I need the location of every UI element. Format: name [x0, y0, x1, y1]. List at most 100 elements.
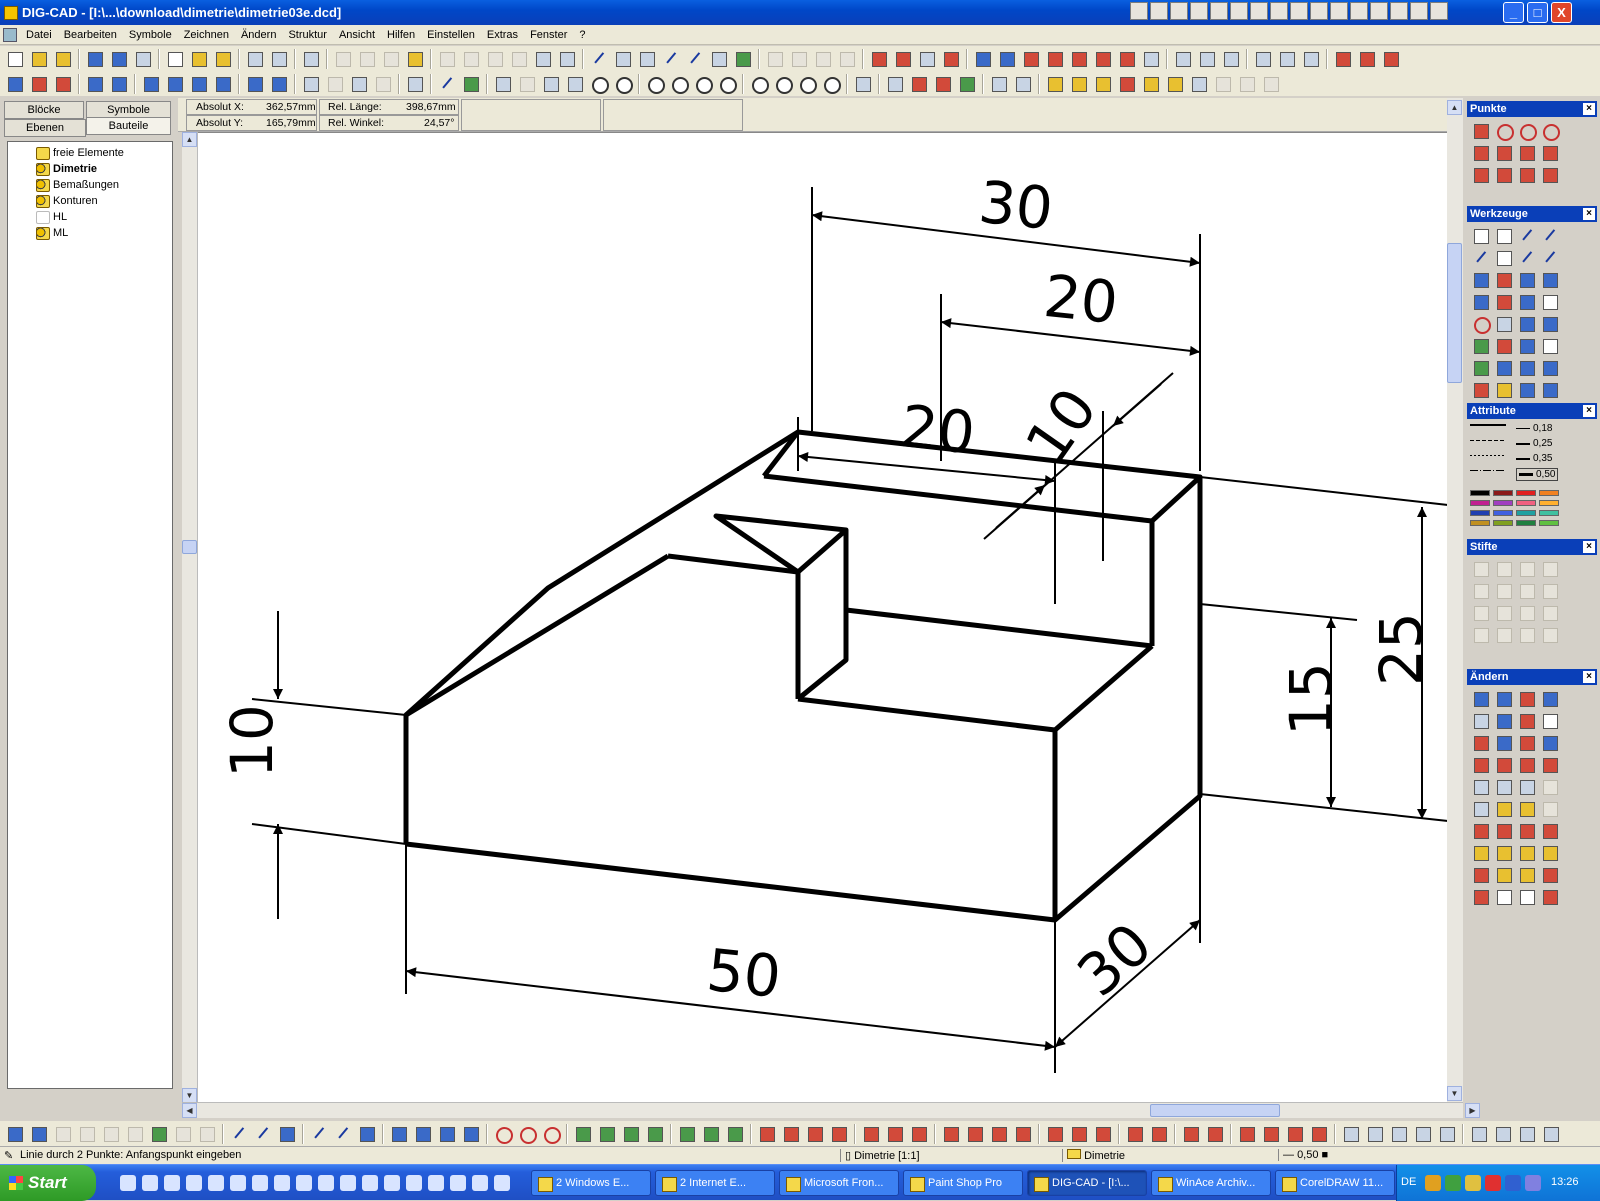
symbol-surface-icon[interactable]: [1260, 1123, 1282, 1145]
modify-19-icon[interactable]: [1539, 776, 1561, 797]
app-shortcut-icon[interactable]: [1390, 2, 1408, 20]
tree-item-bemassungen[interactable]: Bemaßungen: [14, 177, 119, 193]
crosshair-icon[interactable]: [588, 48, 610, 70]
snap-icon[interactable]: [732, 48, 754, 70]
snap-par2-icon[interactable]: [332, 1123, 354, 1145]
app-shortcut-icon[interactable]: [1170, 2, 1188, 20]
app-shortcut-icon[interactable]: [1350, 2, 1368, 20]
export-icon[interactable]: [188, 48, 210, 70]
app-shortcut-icon[interactable]: [1190, 2, 1208, 20]
point-center-icon[interactable]: [1493, 120, 1515, 141]
pen-4-icon[interactable]: [1539, 558, 1561, 579]
menu-bearbeiten[interactable]: Bearbeiten: [58, 29, 123, 41]
quicklaunch-icon[interactable]: [252, 1175, 268, 1191]
zoom-out-icon[interactable]: [668, 73, 690, 95]
dim-base-icon[interactable]: [884, 1123, 906, 1145]
tab-bloecke[interactable]: Blöcke: [4, 101, 84, 119]
quicklaunch-icon[interactable]: [472, 1175, 488, 1191]
arrow-left-icon[interactable]: [108, 73, 130, 95]
dim-point-icon[interactable]: [908, 1123, 930, 1145]
cut-icon[interactable]: [332, 48, 354, 70]
trim-tool-icon[interactable]: [1516, 357, 1538, 378]
quicklaunch-icon[interactable]: [296, 1175, 312, 1191]
group-icon[interactable]: [140, 73, 162, 95]
image-icon[interactable]: [1493, 313, 1515, 334]
document-icon[interactable]: [3, 27, 17, 42]
pen-10-icon[interactable]: [1493, 602, 1515, 623]
modify-25-icon[interactable]: [1493, 820, 1515, 841]
coord-input-box[interactable]: [461, 99, 601, 131]
node-icon[interactable]: [1493, 269, 1515, 290]
pen-15-icon[interactable]: [1516, 624, 1538, 645]
modify-10-icon[interactable]: [1516, 732, 1538, 753]
horizontal-scrollbar[interactable]: ◀ ▶: [182, 1102, 1480, 1118]
app-shortcut-icon[interactable]: [1430, 2, 1448, 20]
select-icon[interactable]: [532, 48, 554, 70]
duplicate-icon[interactable]: [988, 73, 1010, 95]
hatch-tool-icon[interactable]: [1493, 357, 1515, 378]
app-shortcut-icon[interactable]: [1290, 2, 1308, 20]
pen-12-icon[interactable]: [1539, 602, 1561, 623]
order-icon[interactable]: [188, 73, 210, 95]
modify-4-icon[interactable]: [1539, 688, 1561, 709]
point-divide-icon[interactable]: [1539, 164, 1561, 185]
modify-22-icon[interactable]: [1516, 798, 1538, 819]
swap-icon[interactable]: [268, 73, 290, 95]
macro-run-icon[interactable]: [1212, 73, 1234, 95]
snap-x-icon[interactable]: [356, 1123, 378, 1145]
save-icon[interactable]: [84, 48, 106, 70]
point-end-icon[interactable]: [1470, 120, 1492, 141]
app-icon[interactable]: [4, 5, 18, 20]
dim-tol-icon[interactable]: [1180, 1123, 1202, 1145]
offset-icon[interactable]: [1539, 247, 1561, 268]
part-delete-icon[interactable]: [1164, 73, 1186, 95]
ungroup-icon[interactable]: [164, 73, 186, 95]
symbol-3-icon[interactable]: [1388, 1123, 1410, 1145]
print-icon[interactable]: [300, 48, 322, 70]
pen-7-icon[interactable]: [1516, 580, 1538, 601]
symbol-tol-icon[interactable]: [1284, 1123, 1306, 1145]
pick-icon[interactable]: [556, 48, 578, 70]
quicklaunch-icon[interactable]: [340, 1175, 356, 1191]
arc-4-icon[interactable]: [644, 1123, 666, 1145]
vertical-scrollbar-right[interactable]: ▲ ▼: [1447, 98, 1463, 1104]
quicklaunch-icon[interactable]: [208, 1175, 224, 1191]
modify-32-icon[interactable]: [1470, 864, 1492, 885]
pen-14-icon[interactable]: [1493, 624, 1515, 645]
chamfer-icon[interactable]: [1516, 291, 1538, 312]
modify-2-icon[interactable]: [1493, 688, 1515, 709]
help-icon[interactable]: [1356, 48, 1378, 70]
modify-16-icon[interactable]: [1470, 776, 1492, 797]
quicklaunch-icon[interactable]: [186, 1175, 202, 1191]
panel-close-icon[interactable]: ×: [1583, 208, 1595, 220]
grid-icon[interactable]: [636, 48, 658, 70]
line-icon[interactable]: [1516, 225, 1538, 246]
tools-icon[interactable]: [1172, 48, 1194, 70]
modify-3-icon[interactable]: [1516, 688, 1538, 709]
macro-record-icon[interactable]: [1260, 73, 1282, 95]
symbol-8-icon[interactable]: [1516, 1123, 1538, 1145]
dim-text-icon[interactable]: [1493, 379, 1515, 400]
dim-tol2-icon[interactable]: [1204, 1123, 1226, 1145]
zoom-extents-icon[interactable]: [820, 73, 842, 95]
color-swatch[interactable]: [1470, 510, 1490, 516]
pen-style-icon[interactable]: [460, 73, 482, 95]
3d-view-icon[interactable]: [812, 48, 834, 70]
view-3d-9-icon[interactable]: [196, 1123, 218, 1145]
stretch-icon[interactable]: [1068, 48, 1090, 70]
symbol-icon[interactable]: [956, 73, 978, 95]
delete-icon[interactable]: [372, 73, 394, 95]
mail-icon[interactable]: [212, 48, 234, 70]
select-frame-icon[interactable]: [348, 73, 370, 95]
pen-13-icon[interactable]: [1470, 624, 1492, 645]
modify-23-icon[interactable]: [1539, 798, 1561, 819]
dim-radius-icon[interactable]: [940, 1123, 962, 1145]
ruler-icon[interactable]: [404, 73, 426, 95]
dim-chain-icon[interactable]: [860, 1123, 882, 1145]
tray-icon[interactable]: [1445, 1175, 1461, 1191]
ellipse-1-icon[interactable]: [676, 1123, 698, 1145]
tree-item-hl[interactable]: HL: [14, 209, 67, 225]
menu-zeichnen[interactable]: Zeichnen: [178, 29, 235, 41]
task-button-frontpage[interactable]: Microsoft Fron...: [779, 1170, 899, 1196]
color-swatch[interactable]: [1470, 520, 1490, 526]
